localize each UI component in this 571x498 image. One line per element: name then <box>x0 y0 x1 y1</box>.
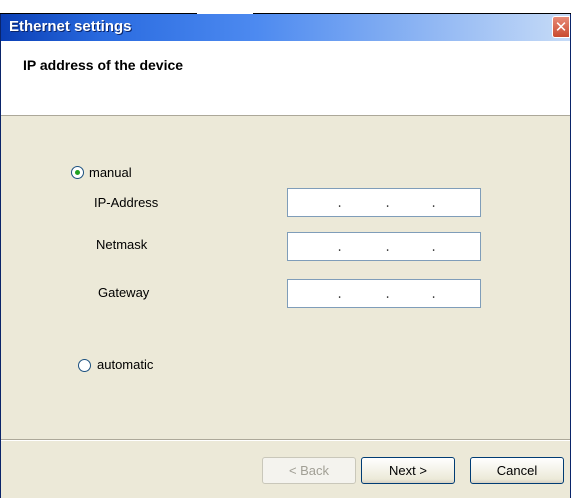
automatic-radio[interactable] <box>78 359 91 372</box>
next-button[interactable]: Next > <box>361 457 455 484</box>
back-button[interactable]: < Back <box>262 457 356 484</box>
header-panel: IP address of the device <box>1 41 570 116</box>
top-line <box>0 0 571 15</box>
manual-radio[interactable] <box>71 166 84 179</box>
cancel-button[interactable]: Cancel <box>470 457 564 484</box>
ip-address-label: IP-Address <box>94 195 159 210</box>
ethernet-settings-dialog: Ethernet settings ✕ IP address of the de… <box>0 14 571 498</box>
gateway-label: Gateway <box>98 285 150 300</box>
radio-selected-dot <box>75 170 80 175</box>
netmask-label: Netmask <box>96 237 148 252</box>
bottom-separator <box>1 439 570 441</box>
ip-address-field[interactable]: . . . <box>287 188 481 217</box>
automatic-radio-label[interactable]: automatic <box>97 357 153 372</box>
window-title: Ethernet settings <box>9 18 132 35</box>
close-icon[interactable]: ✕ <box>552 16 570 38</box>
netmask-field[interactable]: . . . <box>287 232 481 261</box>
gateway-field[interactable]: . . . <box>287 279 481 308</box>
manual-radio-label[interactable]: manual <box>89 165 132 180</box>
page-title: IP address of the device <box>23 57 184 73</box>
title-bar[interactable]: Ethernet settings ✕ <box>1 14 570 41</box>
